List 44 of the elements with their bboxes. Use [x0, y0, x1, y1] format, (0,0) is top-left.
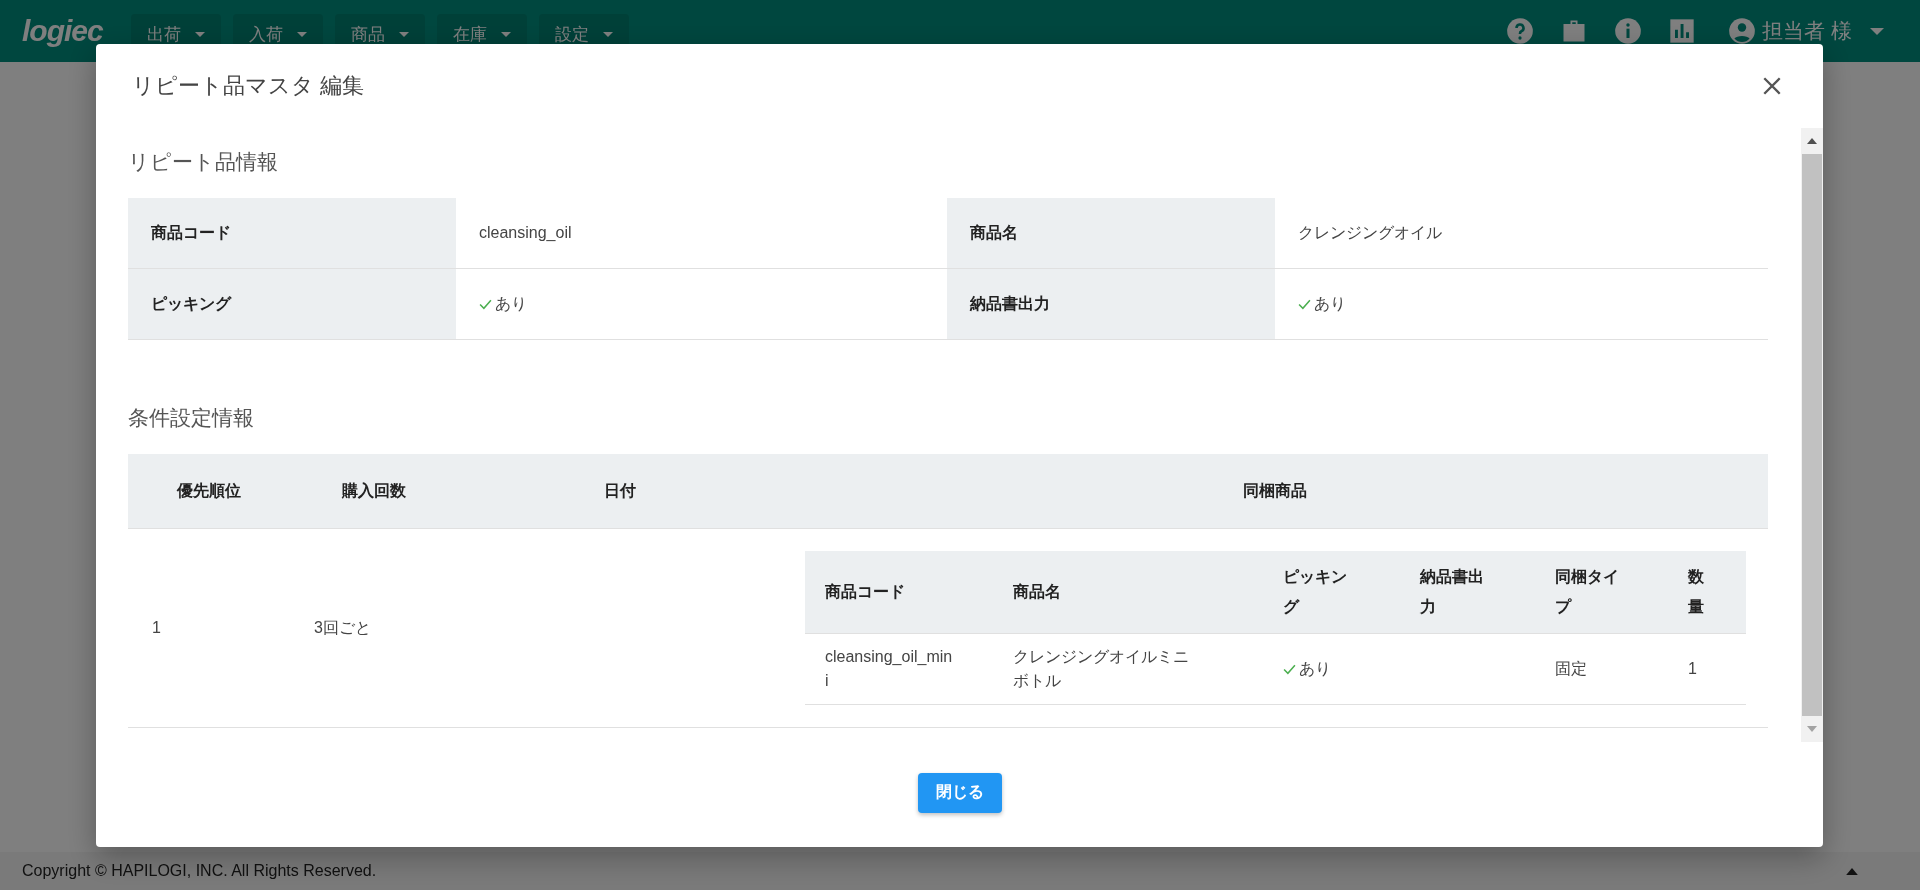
scroll-up-icon[interactable] — [1807, 138, 1817, 144]
caret-icon — [1870, 27, 1884, 35]
close-icon[interactable] — [1763, 77, 1781, 95]
table-cell-text: 1 — [1688, 659, 1697, 679]
scrollbar-thumb[interactable] — [1802, 154, 1822, 716]
field-value: あり — [1314, 293, 1346, 314]
caret-icon — [602, 31, 613, 37]
bar-chart-icon[interactable] — [1668, 17, 1697, 45]
dialog-title: リピート品マスタ 編集 — [132, 72, 365, 100]
field-label: 商品コード — [128, 198, 456, 269]
table-cell-text: cleansing_oil_mini — [825, 647, 953, 691]
help-icon[interactable] — [1506, 17, 1535, 45]
column-header: 購入回数 — [290, 454, 458, 529]
column-header: 同梱商品 — [782, 454, 1768, 529]
copyright-text: Copyright © HAPILOGI, INC. All Rights Reserved. — [22, 862, 378, 880]
caret-icon — [194, 31, 205, 37]
field-label: 納品書出力 — [947, 269, 1275, 340]
close-button[interactable]: 閉じる — [917, 772, 1002, 813]
column-header: 同梱タイプ — [1555, 566, 1620, 617]
field-label: 商品名 — [947, 198, 1275, 269]
field-value: cleansing_oil — [479, 224, 572, 242]
section-title: 条件設定情報 — [128, 405, 255, 431]
field-label: ピッキング — [128, 269, 456, 340]
column-header: 商品コード — [825, 581, 905, 602]
field-value: あり — [495, 293, 527, 314]
column-header: 商品名 — [1013, 581, 1061, 602]
scroll-top-icon[interactable] — [1846, 867, 1858, 875]
table-cell-text: あり — [1299, 659, 1331, 679]
column-header: 優先順位 — [128, 454, 290, 529]
column-header: 納品書出力 — [1420, 566, 1485, 617]
table-cell-text: クレンジングオイルミニボトル — [1013, 647, 1190, 691]
column-header: 日付 — [458, 454, 782, 529]
table-cell-text: 固定 — [1555, 659, 1587, 679]
table-cell-text: 3回ごと — [314, 617, 371, 638]
table-cell: 1 — [152, 619, 161, 637]
caret-icon — [500, 31, 511, 37]
info-icon[interactable] — [1614, 17, 1643, 45]
section-title: リピート品情報 — [128, 149, 279, 175]
field-value: クレンジングオイル — [1298, 222, 1442, 243]
caret-icon — [296, 31, 307, 37]
logo[interactable]: logiec — [22, 14, 103, 48]
column-header: ピッキング — [1283, 566, 1348, 617]
caret-icon — [398, 31, 409, 37]
column-header: 数量 — [1688, 566, 1705, 617]
